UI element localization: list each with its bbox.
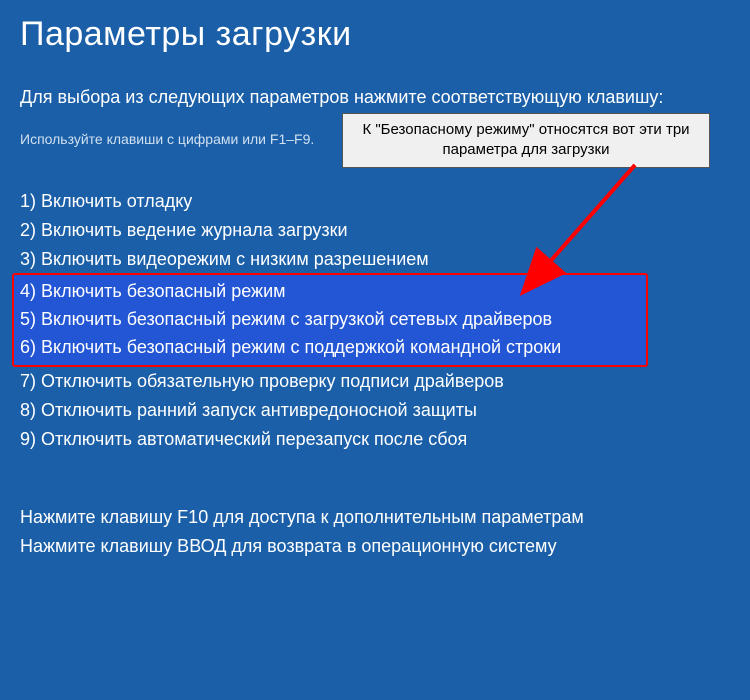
annotation-callout: К "Безопасному режиму" относятся вот эти… bbox=[342, 113, 710, 168]
option-2-boot-log[interactable]: 2) Включить ведение журнала загрузки bbox=[20, 216, 730, 245]
option-9-auto-restart[interactable]: 9) Отключить автоматический перезапуск п… bbox=[20, 425, 730, 454]
page-title: Параметры загрузки bbox=[20, 15, 730, 54]
option-1-debug[interactable]: 1) Включить отладку bbox=[20, 187, 730, 216]
instruction-text: Для выбора из следующих параметров нажми… bbox=[20, 84, 730, 111]
option-8-antimalware[interactable]: 8) Отключить ранний запуск антивредоносн… bbox=[20, 396, 730, 425]
footer-enter[interactable]: Нажмите клавишу ВВОД для возврата в опер… bbox=[20, 532, 730, 561]
startup-options-list: 1) Включить отладку 2) Включить ведение … bbox=[20, 187, 730, 453]
option-4-safe-mode[interactable]: 4) Включить безопасный режим bbox=[20, 278, 640, 306]
safe-mode-highlight: 4) Включить безопасный режим 5) Включить… bbox=[12, 273, 648, 367]
option-3-low-res[interactable]: 3) Включить видеорежим с низким разрешен… bbox=[20, 245, 730, 274]
footer-options: Нажмите клавишу F10 для доступа к дополн… bbox=[20, 503, 730, 561]
option-5-safe-mode-network[interactable]: 5) Включить безопасный режим с загрузкой… bbox=[20, 306, 640, 334]
option-7-driver-sig[interactable]: 7) Отключить обязательную проверку подпи… bbox=[20, 367, 730, 396]
option-6-safe-mode-cmd[interactable]: 6) Включить безопасный режим с поддержко… bbox=[20, 334, 640, 362]
footer-f10[interactable]: Нажмите клавишу F10 для доступа к дополн… bbox=[20, 503, 730, 532]
